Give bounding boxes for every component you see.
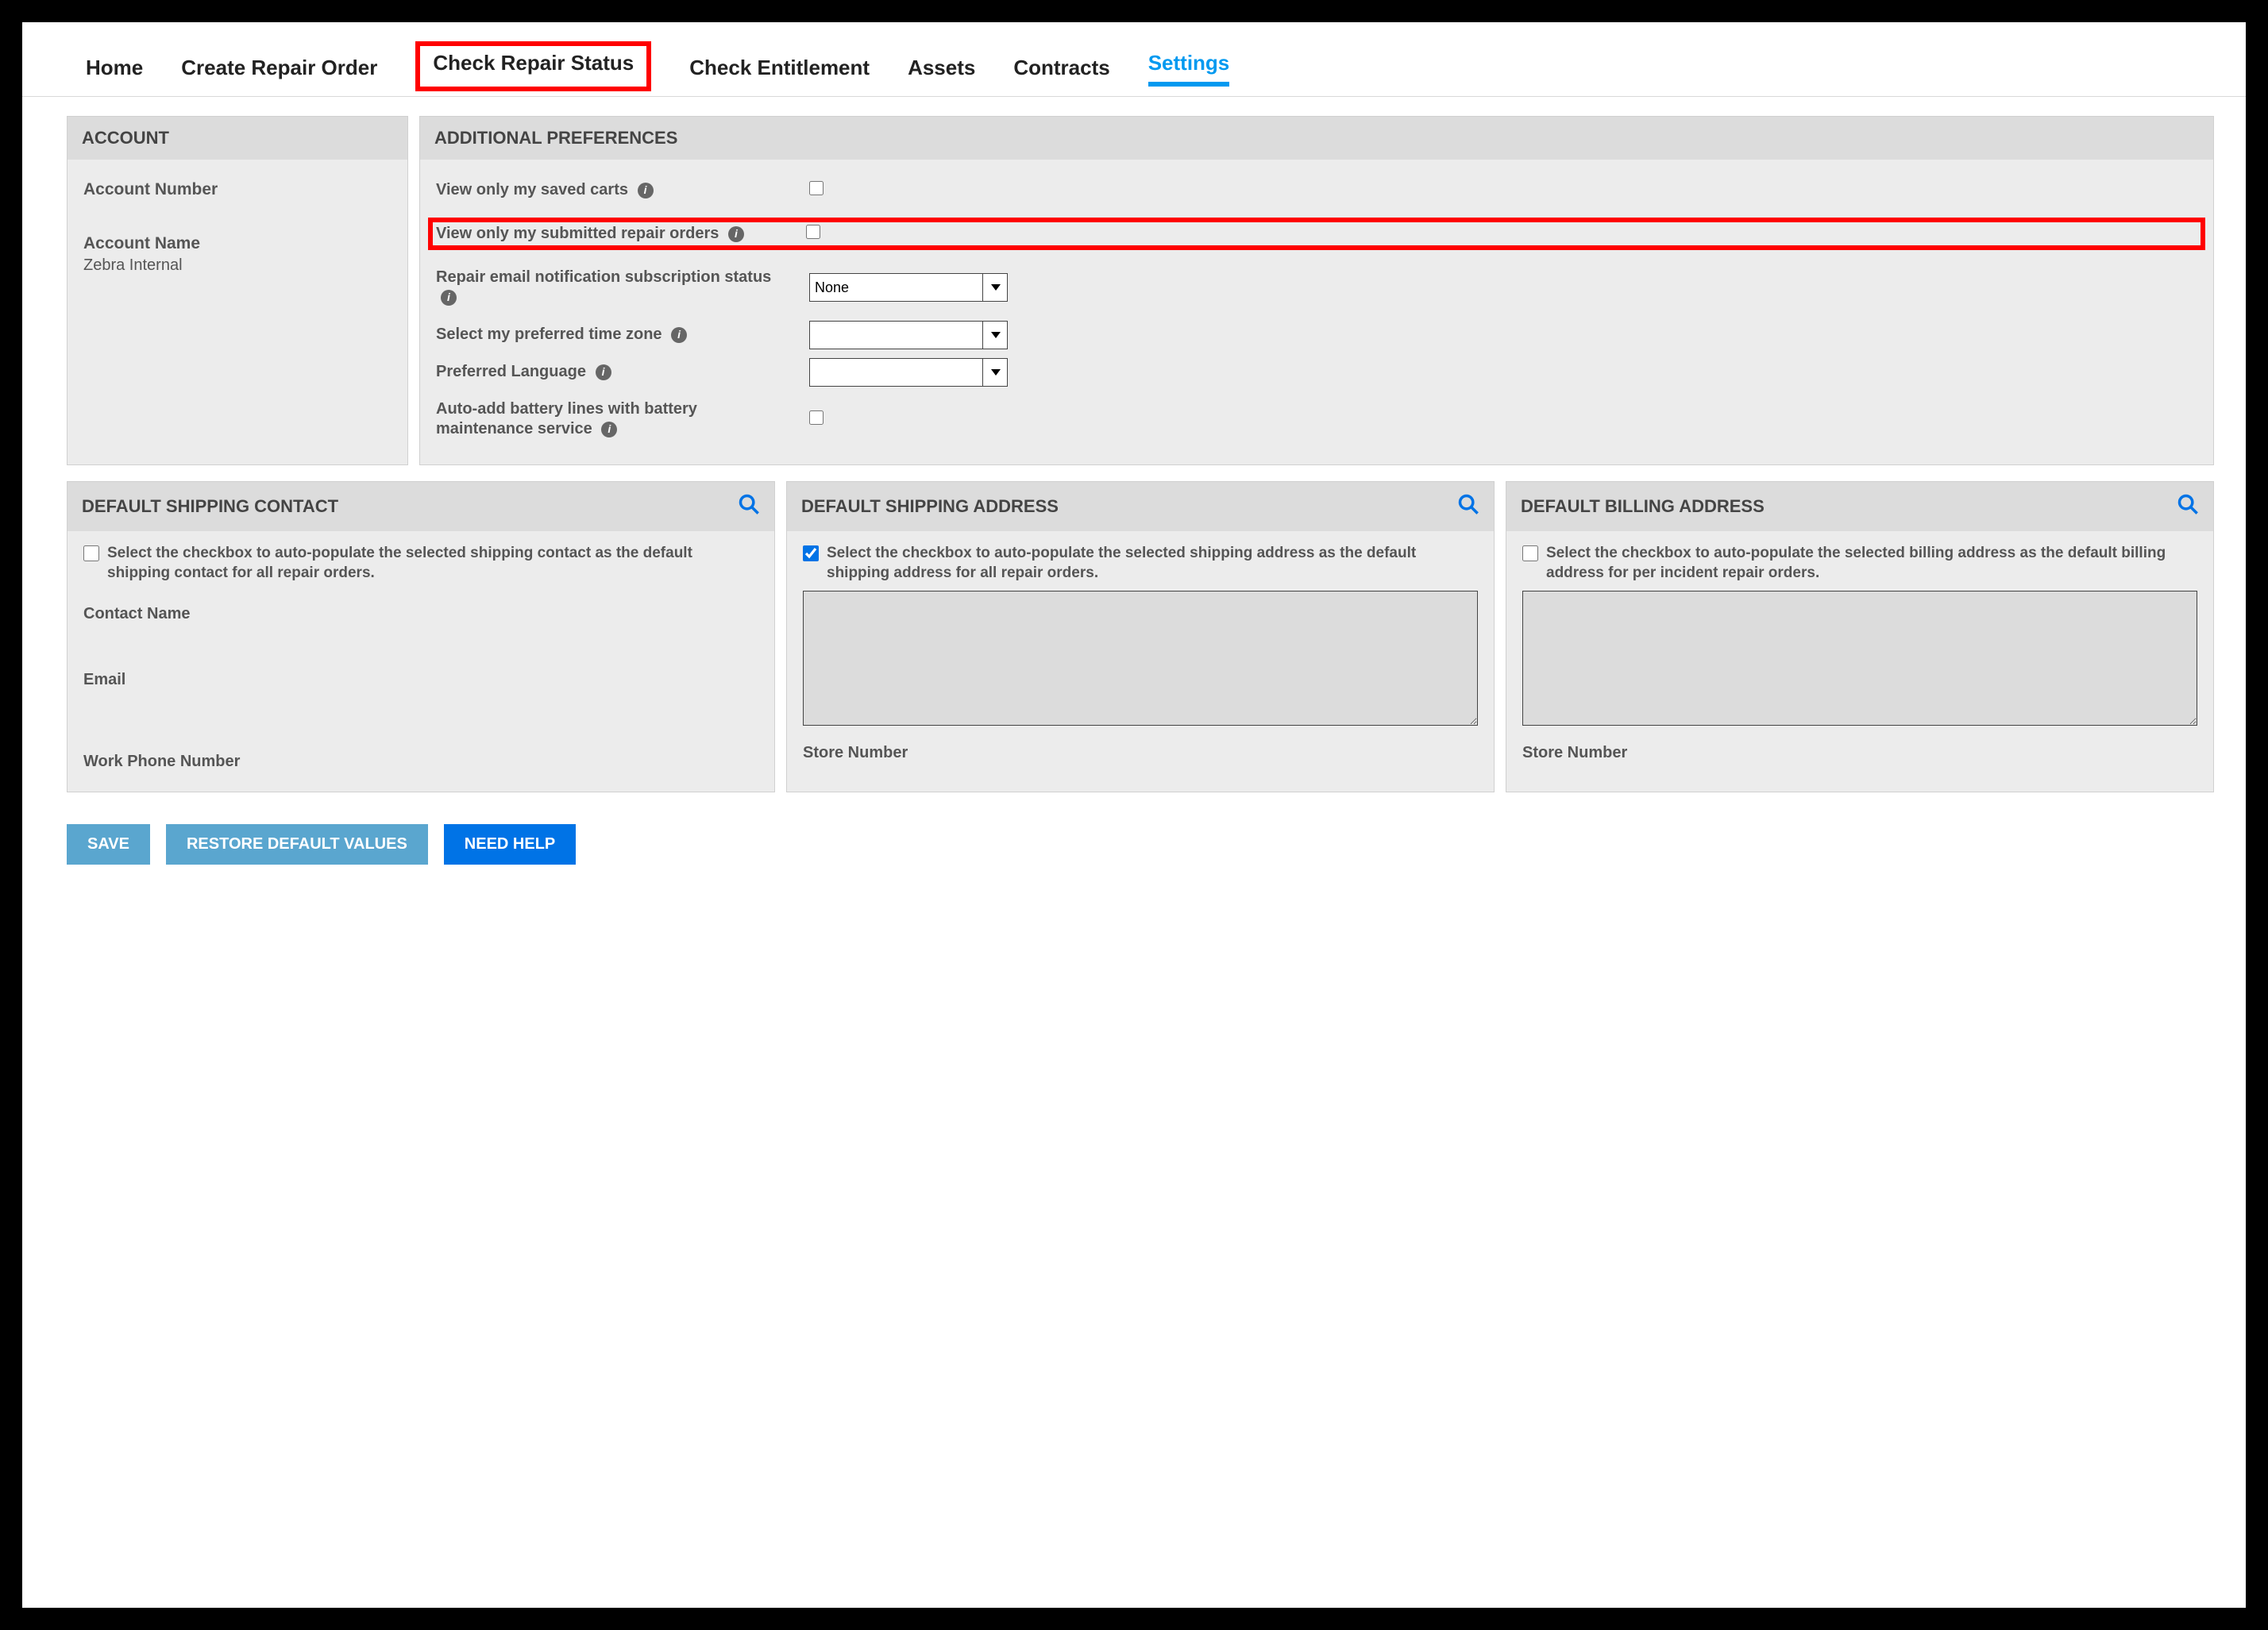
pref-email-sub-row: Repair email notification subscription s… (436, 268, 2197, 307)
pref-saved-carts-checkbox[interactable] (809, 181, 824, 195)
account-number-label: Account Number (83, 180, 392, 199)
tab-settings[interactable]: Settings (1148, 51, 1230, 87)
info-icon[interactable]: i (601, 422, 617, 437)
tab-contracts[interactable]: Contracts (1013, 56, 1109, 87)
info-icon[interactable]: i (728, 226, 744, 242)
shipping-contact-desc: Select the checkbox to auto-populate the… (107, 544, 758, 583)
info-icon[interactable]: i (671, 327, 687, 343)
pref-battery-label: Auto-add battery lines with battery main… (436, 399, 785, 439)
pref-saved-carts-label: View only my saved carts i (436, 180, 654, 200)
search-icon[interactable] (2177, 493, 2199, 520)
pref-battery-checkbox[interactable] (809, 410, 824, 425)
main-tabs: Home Create Repair Order Check Repair St… (22, 22, 2246, 97)
default-shipping-contact-panel: DEFAULT SHIPPING CONTACT Select the chec… (67, 481, 775, 792)
restore-button[interactable]: RESTORE DEFAULT VALUES (166, 824, 428, 865)
pref-submitted-orders-checkbox[interactable] (806, 225, 820, 239)
billing-address-auto-checkbox[interactable] (1522, 545, 1538, 561)
billing-address-desc: Select the checkbox to auto-populate the… (1546, 544, 2197, 583)
billing-address-textarea[interactable] (1522, 591, 2197, 726)
billing-store-number-label: Store Number (1522, 744, 2197, 762)
pref-language-label: Preferred Language i (436, 362, 611, 382)
contact-name-label: Contact Name (83, 605, 758, 623)
pref-email-sub-value: None (815, 279, 849, 296)
email-label: Email (83, 671, 758, 689)
save-button[interactable]: SAVE (67, 824, 150, 865)
shipping-address-desc: Select the checkbox to auto-populate the… (827, 544, 1478, 583)
account-header: ACCOUNT (68, 117, 407, 160)
pref-submitted-orders-row: View only my submitted repair orders i (428, 218, 2205, 250)
account-name-value: Zebra Internal (83, 256, 392, 275)
pref-email-sub-label: Repair email notification subscription s… (436, 268, 785, 307)
chevron-down-icon (982, 322, 1002, 349)
pref-timezone-row: Select my preferred time zone i (436, 325, 2197, 345)
content-area: ACCOUNT Account Number Account Name Zebr… (22, 97, 2246, 792)
tab-create-repair-order[interactable]: Create Repair Order (181, 56, 377, 87)
shipping-address-auto-checkbox[interactable] (803, 545, 819, 561)
shipping-contact-header: DEFAULT SHIPPING CONTACT (82, 496, 338, 517)
button-bar: SAVE RESTORE DEFAULT VALUES NEED HELP (22, 792, 2246, 865)
info-icon[interactable]: i (441, 290, 457, 306)
pref-saved-carts-row: View only my saved carts i (436, 180, 2197, 200)
info-icon[interactable]: i (596, 364, 611, 380)
search-icon[interactable] (738, 493, 760, 520)
shipping-address-textarea[interactable] (803, 591, 1478, 726)
pref-battery-row: Auto-add battery lines with battery main… (436, 399, 2197, 439)
billing-address-header: DEFAULT BILLING ADDRESS (1521, 496, 1765, 517)
tab-assets[interactable]: Assets (908, 56, 975, 87)
pref-email-sub-select[interactable]: None (809, 273, 1008, 302)
tab-check-entitlement[interactable]: Check Entitlement (689, 56, 870, 87)
tab-check-repair-status[interactable]: Check Repair Status (415, 41, 651, 91)
default-billing-address-panel: DEFAULT BILLING ADDRESS Select the check… (1506, 481, 2214, 792)
tab-home[interactable]: Home (86, 56, 143, 87)
chevron-down-icon (982, 359, 1002, 386)
shipping-store-number-label: Store Number (803, 744, 1478, 762)
work-phone-label: Work Phone Number (83, 753, 758, 771)
pref-language-row: Preferred Language i (436, 362, 2197, 382)
pref-timezone-select[interactable] (809, 321, 1008, 349)
search-icon[interactable] (1457, 493, 1479, 520)
prefs-header: ADDITIONAL PREFERENCES (420, 117, 2213, 160)
pref-language-select[interactable] (809, 358, 1008, 387)
pref-submitted-orders-label: View only my submitted repair orders i (436, 224, 744, 244)
shipping-contact-auto-checkbox[interactable] (83, 545, 99, 561)
account-name-label: Account Name (83, 234, 392, 253)
shipping-address-header: DEFAULT SHIPPING ADDRESS (801, 496, 1059, 517)
account-panel: ACCOUNT Account Number Account Name Zebr… (67, 116, 408, 465)
need-help-button[interactable]: NEED HELP (444, 824, 576, 865)
chevron-down-icon (982, 274, 1002, 301)
info-icon[interactable]: i (638, 183, 654, 198)
default-shipping-address-panel: DEFAULT SHIPPING ADDRESS Select the chec… (786, 481, 1495, 792)
app-window: Home Create Repair Order Check Repair St… (22, 22, 2246, 1608)
additional-preferences-panel: ADDITIONAL PREFERENCES View only my save… (419, 116, 2214, 465)
pref-timezone-label: Select my preferred time zone i (436, 325, 687, 345)
